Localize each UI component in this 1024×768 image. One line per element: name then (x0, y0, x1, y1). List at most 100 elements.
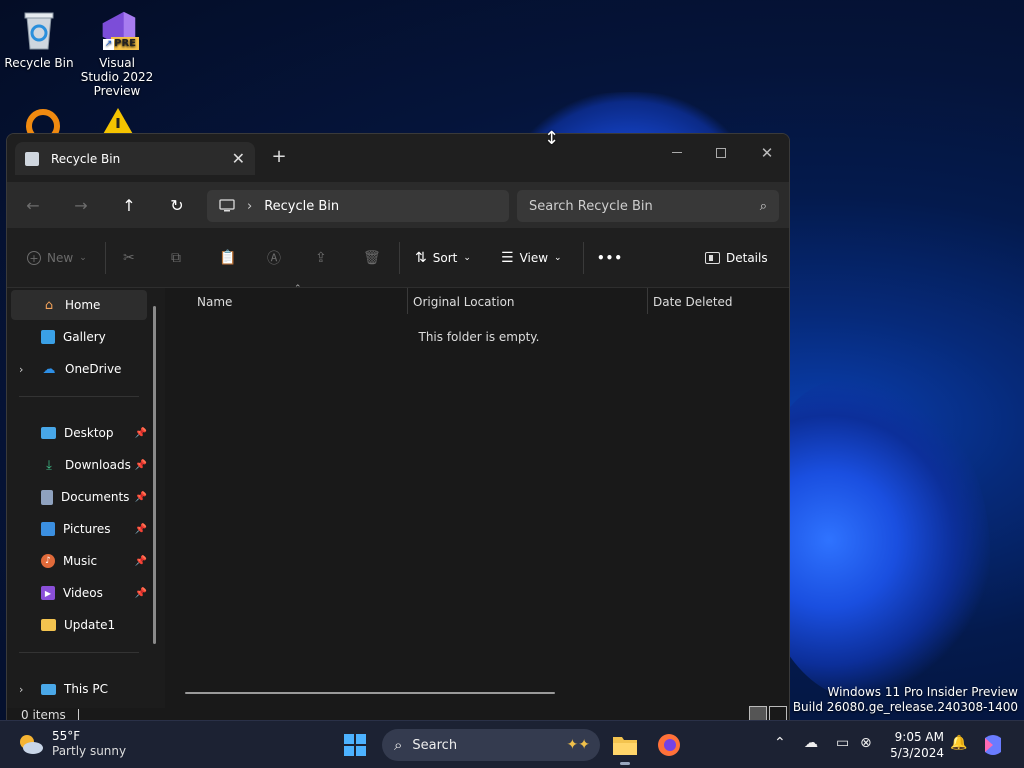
sidebar-item-label: Pictures (63, 522, 111, 536)
share-button[interactable]: ⇪ (315, 244, 327, 272)
rename-button[interactable]: Ⓐ (267, 244, 281, 272)
pin-icon[interactable]: 📌 (135, 556, 147, 567)
breadcrumb-recycle-bin[interactable]: Recycle Bin (264, 199, 339, 214)
paste-icon: 📋 (219, 250, 237, 266)
forward-button[interactable]: → (67, 192, 95, 218)
sidebar-scrollbar[interactable] (153, 306, 156, 644)
desktop-icon-visual-studio[interactable]: PRE ↗ Visual Studio 2022 Preview (79, 8, 155, 98)
refresh-button[interactable]: ↻ (163, 192, 191, 218)
new-button[interactable]: + New ⌄ (27, 244, 87, 272)
column-header-original-location[interactable]: Original Location (413, 288, 515, 316)
tab-recycle-bin[interactable]: Recycle Bin ✕ (15, 142, 255, 175)
weather-temp: 55°F (52, 729, 81, 743)
pin-icon[interactable]: 📌 (135, 524, 147, 535)
sidebar-item-music[interactable]: ♪ Music 📌 (11, 546, 147, 576)
column-header-date-deleted[interactable]: Date Deleted (653, 288, 733, 316)
up-button[interactable]: ↑ (115, 192, 143, 218)
delete-button[interactable]: 🗑 (363, 244, 381, 272)
close-tab-icon[interactable]: ✕ (232, 149, 245, 168)
view-label: View (519, 251, 549, 265)
desktop-icon-recycle-bin[interactable]: Recycle Bin (1, 8, 77, 70)
column-divider[interactable] (407, 288, 408, 314)
sidebar-item-label: Update1 (64, 618, 116, 632)
sidebar-item-documents[interactable]: Documents 📌 (11, 482, 147, 512)
column-header-name[interactable]: Name (197, 288, 232, 316)
home-icon: ⌂ (44, 297, 54, 313)
copilot-button[interactable] (978, 731, 1008, 759)
search-box[interactable]: ⌕ (517, 190, 779, 222)
sort-icon: ⇅ (415, 250, 427, 266)
cloud-icon: ☁ (42, 361, 56, 377)
file-explorer-window[interactable]: Recycle Bin ✕ + ✕ ← → ↑ ↻ › Recycle Bin (6, 133, 790, 723)
ring-icon (26, 109, 60, 143)
copy-icon: ⧉ (171, 250, 181, 266)
details-button[interactable]: Details (705, 244, 768, 272)
volume-button[interactable]: ⊗ (860, 735, 872, 751)
download-icon: ⤓ (46, 457, 52, 473)
desktop-icon (41, 427, 56, 439)
address-bar[interactable]: › Recycle Bin (207, 190, 509, 222)
sidebar-item-label: Downloads (65, 458, 131, 472)
chevron-up-icon: ⌃ (774, 735, 786, 751)
horizontal-scrollbar[interactable] (185, 692, 555, 694)
close-window-button[interactable]: ✕ (745, 138, 789, 168)
weather-widget[interactable]: 55°F Partly sunny (16, 729, 126, 759)
copy-button[interactable]: ⧉ (171, 244, 181, 272)
sidebar-item-pictures[interactable]: Pictures 📌 (11, 514, 147, 544)
sidebar-item-label: OneDrive (65, 362, 122, 376)
desktop-icon-orange-ring[interactable] (25, 106, 61, 143)
network-status-button[interactable]: ☁ (804, 735, 818, 751)
column-divider[interactable] (647, 288, 648, 314)
show-hidden-icons-button[interactable]: ⌃ (774, 735, 786, 751)
desktop-icon-label: Visual Studio 2022 Preview (80, 56, 154, 98)
monitor-icon (219, 199, 235, 212)
search-input[interactable] (529, 198, 760, 214)
navigation-bar: ← → ↑ ↻ › Recycle Bin ⌕ (7, 182, 789, 228)
sidebar-item-videos[interactable]: ▶ Videos 📌 (11, 578, 147, 608)
file-list-pane[interactable]: ⌃ Name Original Location Date Deleted Th… (167, 284, 789, 708)
view-button[interactable]: ☰ View ⌄ (501, 244, 562, 272)
file-explorer-taskbar-button[interactable] (610, 731, 640, 765)
pin-icon[interactable]: 📌 (135, 428, 147, 439)
clock-date: 5/3/2024 (890, 746, 944, 760)
pin-icon[interactable]: 📌 (135, 492, 147, 503)
sidebar-item-this-pc[interactable]: › This PC (11, 674, 147, 704)
title-bar[interactable]: Recycle Bin ✕ + ✕ (7, 134, 789, 182)
notifications-button[interactable]: 🔔 (950, 735, 967, 751)
minimize-button[interactable] (655, 138, 699, 168)
firefox-taskbar-button[interactable] (654, 731, 684, 759)
chevron-right-icon[interactable]: › (19, 363, 23, 376)
details-pane-icon (705, 252, 720, 264)
clock[interactable]: 9:05 AM 5/3/2024 (888, 729, 944, 761)
pin-icon[interactable]: 📌 (135, 460, 147, 471)
sidebar-item-update1[interactable]: Update1 (11, 610, 147, 640)
documents-icon (41, 489, 53, 505)
maximize-button[interactable] (699, 138, 743, 168)
desktop-icon-warning[interactable] (100, 106, 136, 136)
new-tab-button[interactable]: + (269, 146, 289, 167)
sidebar-item-gallery[interactable]: Gallery (11, 322, 147, 352)
sidebar-item-home[interactable]: ⌂ Home (11, 290, 147, 320)
sidebar-item-label: Desktop (64, 426, 114, 440)
sidebar-item-downloads[interactable]: ⤓ Downloads 📌 (11, 450, 147, 480)
pin-icon[interactable]: 📌 (135, 588, 147, 599)
search-icon: ⌕ (759, 198, 767, 214)
sidebar-item-desktop[interactable]: Desktop 📌 (11, 418, 147, 448)
up-arrow-icon: ↑ (122, 195, 136, 215)
bell-icon: 🔔 (950, 735, 968, 751)
pictures-icon (41, 522, 55, 536)
paste-button[interactable]: 📋 (219, 244, 236, 272)
plus-circle-icon: + (27, 251, 41, 265)
display-button[interactable]: ▭ (836, 735, 849, 751)
muted-volume-icon: ⊗ (860, 735, 872, 751)
cut-button[interactable]: ✂ (123, 244, 135, 272)
sidebar-item-onedrive[interactable]: › ☁ OneDrive (11, 354, 147, 384)
see-more-button[interactable]: ••• (597, 244, 623, 272)
chevron-right-icon[interactable]: › (19, 683, 23, 696)
pre-badge: PRE (111, 37, 139, 50)
back-button[interactable]: ← (19, 192, 47, 218)
start-button[interactable] (340, 731, 370, 759)
taskbar-search[interactable]: ⌕ Search ✦✦ (382, 729, 600, 761)
chevron-down-icon: ⌄ (79, 253, 87, 263)
sort-button[interactable]: ⇅ Sort ⌄ (415, 244, 471, 272)
